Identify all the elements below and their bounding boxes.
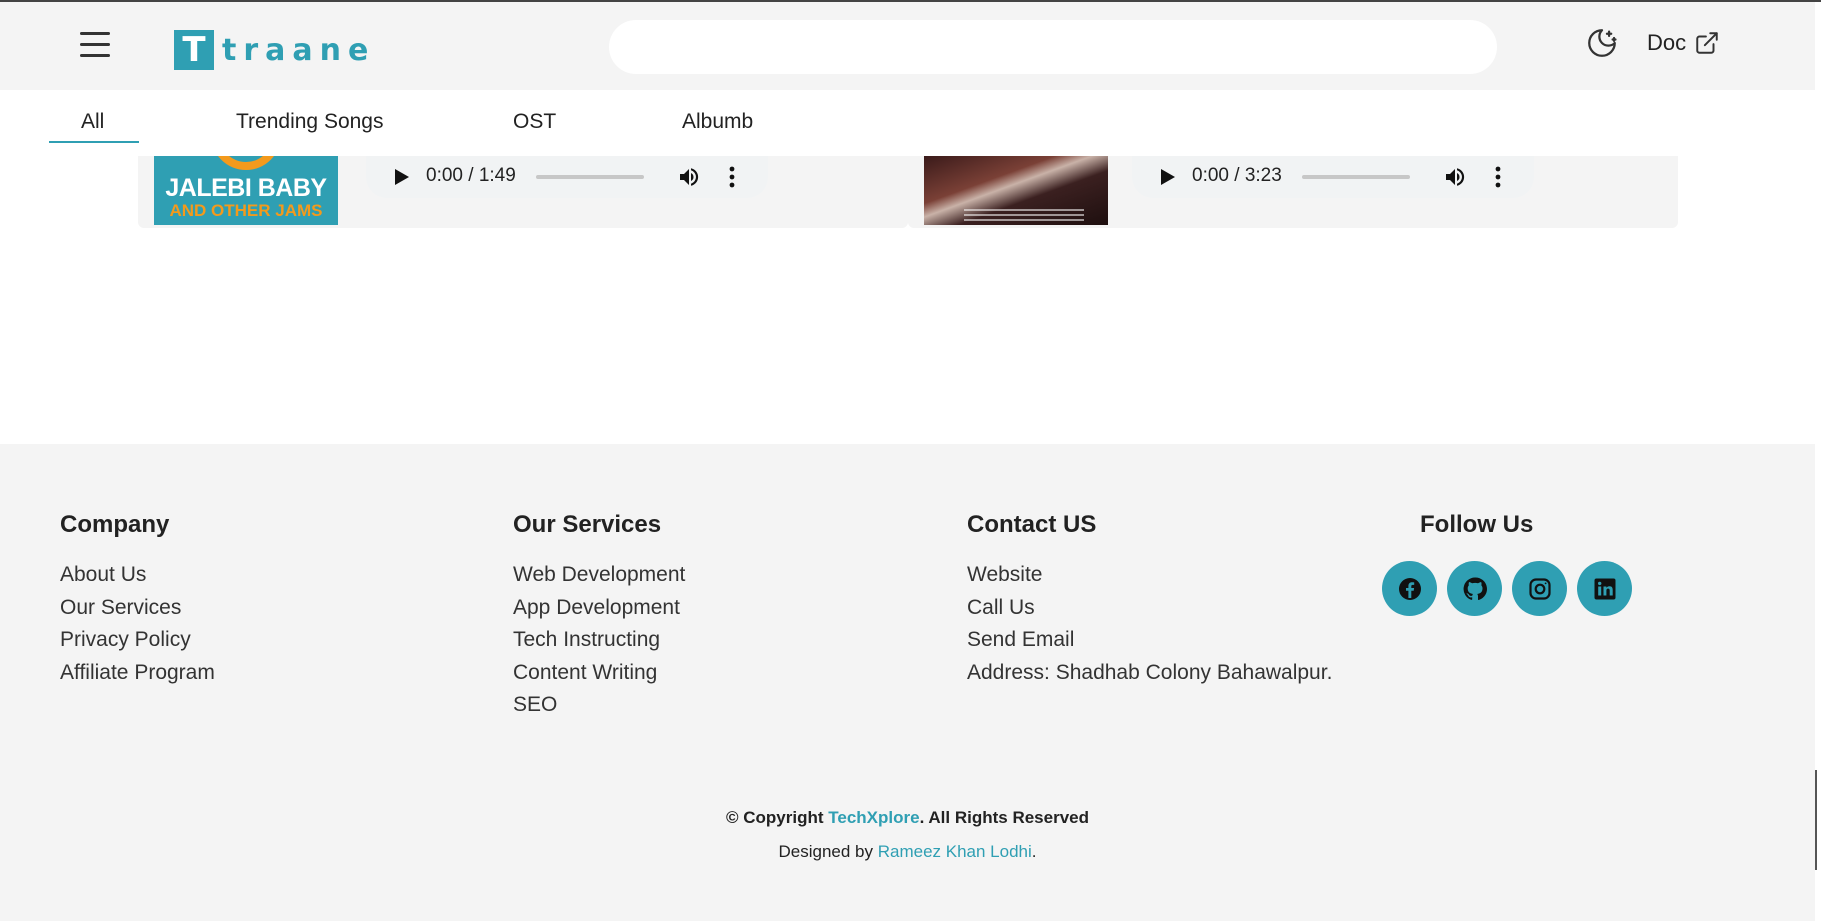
github-icon — [1463, 576, 1487, 600]
song-card: 0:00 / 3:23 — [908, 156, 1678, 228]
audio-time: 0:00 / 3:23 — [1192, 165, 1282, 186]
volume-icon[interactable] — [677, 165, 701, 189]
instagram-icon — [1528, 577, 1551, 600]
footer-link-website[interactable]: Website — [967, 559, 1332, 592]
footer: Company About Us Our Services Privacy Po… — [0, 444, 1815, 921]
footer-link-privacy-policy[interactable]: Privacy Policy — [60, 624, 215, 657]
footer-column-services: Our Services Web Development App Develop… — [513, 511, 685, 722]
footer-link-app-development[interactable]: App Development — [513, 592, 685, 625]
footer-link-seo[interactable]: SEO — [513, 689, 685, 722]
category-tabs: All Trending Songs OST Albumb — [0, 90, 1815, 156]
facebook-icon — [1398, 577, 1421, 600]
menu-icon[interactable] — [80, 32, 110, 58]
audio-player: 0:00 / 3:23 — [1132, 156, 1534, 198]
doc-link[interactable]: Doc — [1647, 30, 1720, 56]
tab-ost[interactable]: OST — [513, 110, 556, 134]
footer-heading: Contact US — [967, 511, 1097, 538]
designed-by-text: Designed by Rameez Khan Lodhi. — [0, 842, 1815, 862]
footer-link-content-writing[interactable]: Content Writing — [513, 657, 685, 690]
footer-link-affiliate-program[interactable]: Affiliate Program — [60, 657, 215, 690]
footer-column-company: Company About Us Our Services Privacy Po… — [60, 511, 215, 689]
moon-stars-icon[interactable] — [1585, 26, 1619, 60]
cover-graphic — [211, 156, 281, 170]
designed-suffix: . — [1031, 842, 1037, 861]
active-tab-indicator — [49, 141, 139, 143]
play-icon[interactable] — [394, 168, 410, 186]
audio-progress-bar[interactable] — [1302, 175, 1410, 179]
tab-all[interactable]: All — [81, 110, 104, 134]
footer-link-our-services[interactable]: Our Services — [60, 592, 215, 625]
audio-player: 0:00 / 1:49 — [366, 156, 768, 198]
linkedin-icon — [1594, 578, 1615, 599]
play-icon[interactable] — [1160, 168, 1176, 186]
copyright-suffix: . All Rights Reserved — [919, 808, 1089, 827]
footer-column-contact: Contact US Website Call Us Send Email Ad… — [967, 511, 1332, 689]
scrollbar[interactable] — [1815, 770, 1817, 870]
footer-heading: Our Services — [513, 511, 662, 538]
search-input[interactable] — [609, 20, 1497, 74]
linkedin-button[interactable] — [1577, 561, 1632, 616]
logo-text: traane — [222, 32, 376, 68]
doc-label: Doc — [1647, 30, 1687, 55]
logo[interactable]: T traane — [174, 30, 375, 70]
copyright-brand-link[interactable]: TechXplore — [828, 808, 919, 827]
song-cover — [924, 156, 1108, 225]
footer-address: Address: Shadhab Colony Bahawalpur. — [967, 660, 1333, 684]
cover-credits-graphic — [964, 206, 1084, 221]
audio-progress-bar[interactable] — [536, 175, 644, 179]
footer-link-call-us[interactable]: Call Us — [967, 592, 1332, 625]
footer-link-about-us[interactable]: About Us — [60, 559, 215, 592]
facebook-button[interactable] — [1382, 561, 1437, 616]
footer-heading: Company — [60, 511, 170, 538]
song-list: JALEBI BABY AND OTHER JAMS 0:00 / 1:49 0… — [0, 156, 1815, 230]
song-card: JALEBI BABY AND OTHER JAMS 0:00 / 1:49 — [138, 156, 908, 228]
instagram-button[interactable] — [1512, 561, 1567, 616]
tab-albumb[interactable]: Albumb — [682, 110, 753, 134]
footer-heading: Follow Us — [1420, 511, 1534, 538]
logo-mark: T — [174, 30, 214, 70]
footer-column-follow: Follow Us — [1420, 511, 1533, 559]
external-link-icon — [1696, 32, 1718, 54]
cover-subtitle: AND OTHER JAMS — [169, 201, 323, 220]
tab-trending-songs[interactable]: Trending Songs — [236, 110, 383, 134]
footer-link-tech-instructing[interactable]: Tech Instructing — [513, 624, 685, 657]
designed-prefix: Designed by — [778, 842, 878, 861]
cover-title: JALEBI BABY — [165, 174, 327, 202]
designer-link[interactable]: Rameez Khan Lodhi — [878, 842, 1032, 861]
more-options-icon[interactable] — [1495, 165, 1501, 189]
audio-time: 0:00 / 1:49 — [426, 165, 516, 186]
song-cover: JALEBI BABY AND OTHER JAMS — [154, 156, 338, 225]
header: T traane Doc — [0, 2, 1815, 90]
copyright-prefix: © Copyright — [726, 808, 829, 827]
app-root: T traane Doc All Trending Songs OST Albu… — [0, 0, 1821, 921]
github-button[interactable] — [1447, 561, 1502, 616]
footer-link-send-email[interactable]: Send Email — [967, 624, 1332, 657]
copyright-text: © Copyright TechXplore. All Rights Reser… — [0, 808, 1815, 828]
more-options-icon[interactable] — [729, 165, 735, 189]
footer-link-web-development[interactable]: Web Development — [513, 559, 685, 592]
volume-icon[interactable] — [1443, 165, 1467, 189]
